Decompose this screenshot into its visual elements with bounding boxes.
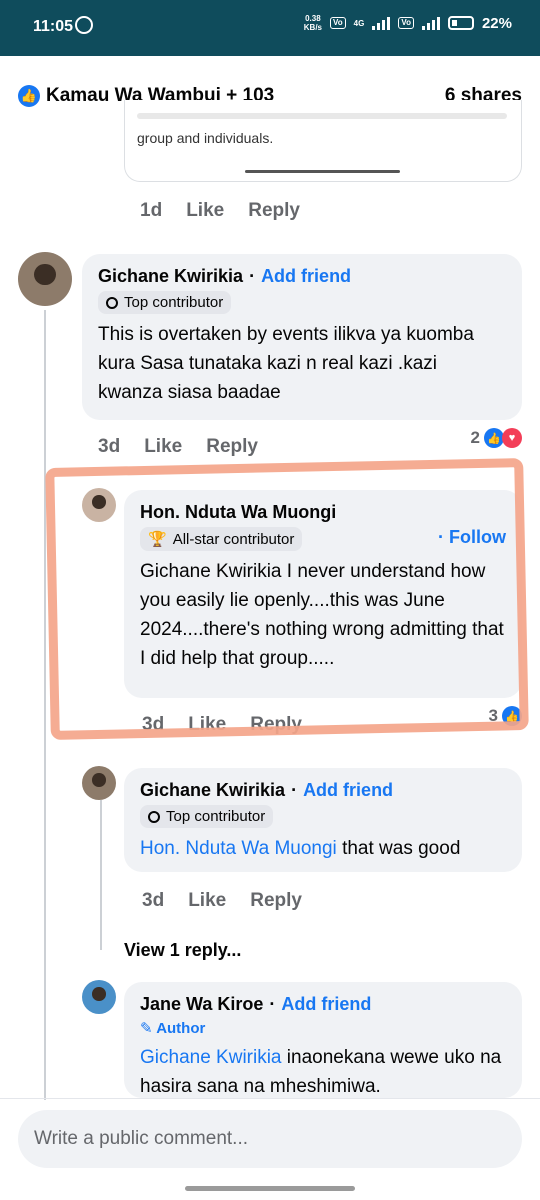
- badge-label: Author: [156, 1020, 206, 1037]
- comment-bubble: Gichane Kwirikia · Add friend Top contri…: [124, 768, 522, 872]
- status-bar: 11:05 0.38 KB/s Vo 4G Vo 22%: [0, 0, 540, 56]
- battery-level: 22%: [481, 14, 512, 32]
- net-type: 4G: [353, 18, 365, 28]
- pencil-icon: ✎: [140, 1020, 157, 1037]
- reply-button[interactable]: Reply: [250, 890, 302, 912]
- avatar[interactable]: [82, 766, 116, 800]
- comment-time: 3d: [98, 436, 121, 457]
- preview-faded-line: [137, 113, 507, 119]
- like-icon: 👍: [18, 84, 40, 107]
- mention-link[interactable]: Gichane Kwirikia: [140, 1047, 282, 1068]
- add-friend-button[interactable]: Add friend: [281, 994, 371, 1015]
- comment-input[interactable]: Write a public comment...: [18, 1110, 522, 1168]
- mention-link[interactable]: Hon. Nduta Wa Muongi: [140, 838, 337, 859]
- avatar[interactable]: [18, 252, 72, 306]
- whatsapp-icon: [75, 16, 93, 34]
- comment-header: Jane Wa Kiroe · Add friend: [140, 994, 506, 1015]
- like-button[interactable]: Like: [188, 890, 226, 912]
- badge-icon: [148, 810, 160, 823]
- post-actions: 1d Like Reply: [140, 200, 300, 222]
- reply-button[interactable]: Reply: [248, 200, 300, 222]
- badge-icon: [106, 296, 118, 309]
- comment-text-body: that was good: [336, 838, 461, 859]
- avatar[interactable]: [82, 980, 116, 1014]
- add-friend-button[interactable]: Add friend: [261, 266, 351, 287]
- home-indicator: [185, 1186, 355, 1191]
- comment-bubble: Jane Wa Kiroe · Add friend ✎ Author Gich…: [124, 982, 522, 1098]
- reply-button[interactable]: Reply: [206, 436, 258, 458]
- link-preview-card[interactable]: group and individuals.: [124, 100, 522, 182]
- like-reaction-icon: 👍: [484, 428, 504, 448]
- preview-handle: [245, 170, 400, 173]
- comment-text: This is overtaken by events ilikva ya ku…: [98, 324, 474, 403]
- volte-icon-2: Vo: [398, 17, 414, 29]
- signal-icon: [372, 16, 391, 30]
- reaction-count: 2: [470, 428, 480, 447]
- view-replies-link[interactable]: View 1 reply...: [124, 940, 241, 961]
- commenter-name[interactable]: Gichane Kwirikia: [140, 780, 285, 801]
- composer-divider: [0, 1098, 540, 1099]
- comment-time: 3d: [142, 890, 165, 911]
- highlight-annotation: [45, 458, 529, 740]
- comment-header: Gichane Kwirikia · Add friend: [140, 780, 506, 801]
- comment-bubble: Gichane Kwirikia · Add friend Top contri…: [82, 254, 522, 420]
- comment-header: Gichane Kwirikia · Add friend: [98, 266, 506, 287]
- signal-icon-2: [421, 16, 440, 30]
- net-speed-value: 0.38: [305, 14, 321, 23]
- comment-text: Gichane Kwirikia inaonekana wewe uko na …: [140, 1043, 506, 1098]
- status-icons: 0.38 KB/s Vo 4G Vo 22%: [304, 14, 512, 32]
- thread-line-nested: [100, 800, 102, 950]
- comment-actions: 3d Like Reply: [98, 436, 258, 458]
- top-contributor-badge: Top contributor: [140, 805, 274, 828]
- add-friend-button[interactable]: Add friend: [303, 780, 393, 801]
- clock: 11:05: [33, 18, 74, 35]
- comment-actions: 3d Like Reply: [142, 890, 302, 912]
- net-speed-unit: KB/s: [303, 23, 323, 32]
- comment-text: Hon. Nduta Wa Muongi that was good: [140, 834, 506, 863]
- thread-line-main: [44, 310, 46, 1100]
- author-badge: ✎ Author: [140, 1019, 506, 1037]
- preview-text: group and individuals.: [137, 130, 274, 146]
- battery-icon: [447, 16, 474, 30]
- post-time: 1d: [140, 200, 163, 221]
- badge-label: Top contributor: [124, 294, 224, 311]
- commenter-name[interactable]: Jane Wa Kiroe: [140, 994, 263, 1015]
- love-reaction-icon: ♥: [502, 428, 522, 448]
- separator-dot: ·: [291, 780, 298, 800]
- like-button[interactable]: Like: [186, 200, 224, 222]
- separator-dot: ·: [269, 994, 276, 1014]
- badge-label: Top contributor: [166, 808, 266, 825]
- net-speed: 0.38 KB/s: [304, 14, 322, 32]
- like-button[interactable]: Like: [144, 436, 182, 458]
- commenter-name[interactable]: Gichane Kwirikia: [98, 266, 243, 287]
- separator-dot: ·: [249, 266, 256, 286]
- top-contributor-badge: Top contributor: [98, 291, 232, 314]
- volte-icon: Vo: [330, 17, 346, 29]
- comment-reactions[interactable]: 2 👍 ♥: [471, 428, 522, 448]
